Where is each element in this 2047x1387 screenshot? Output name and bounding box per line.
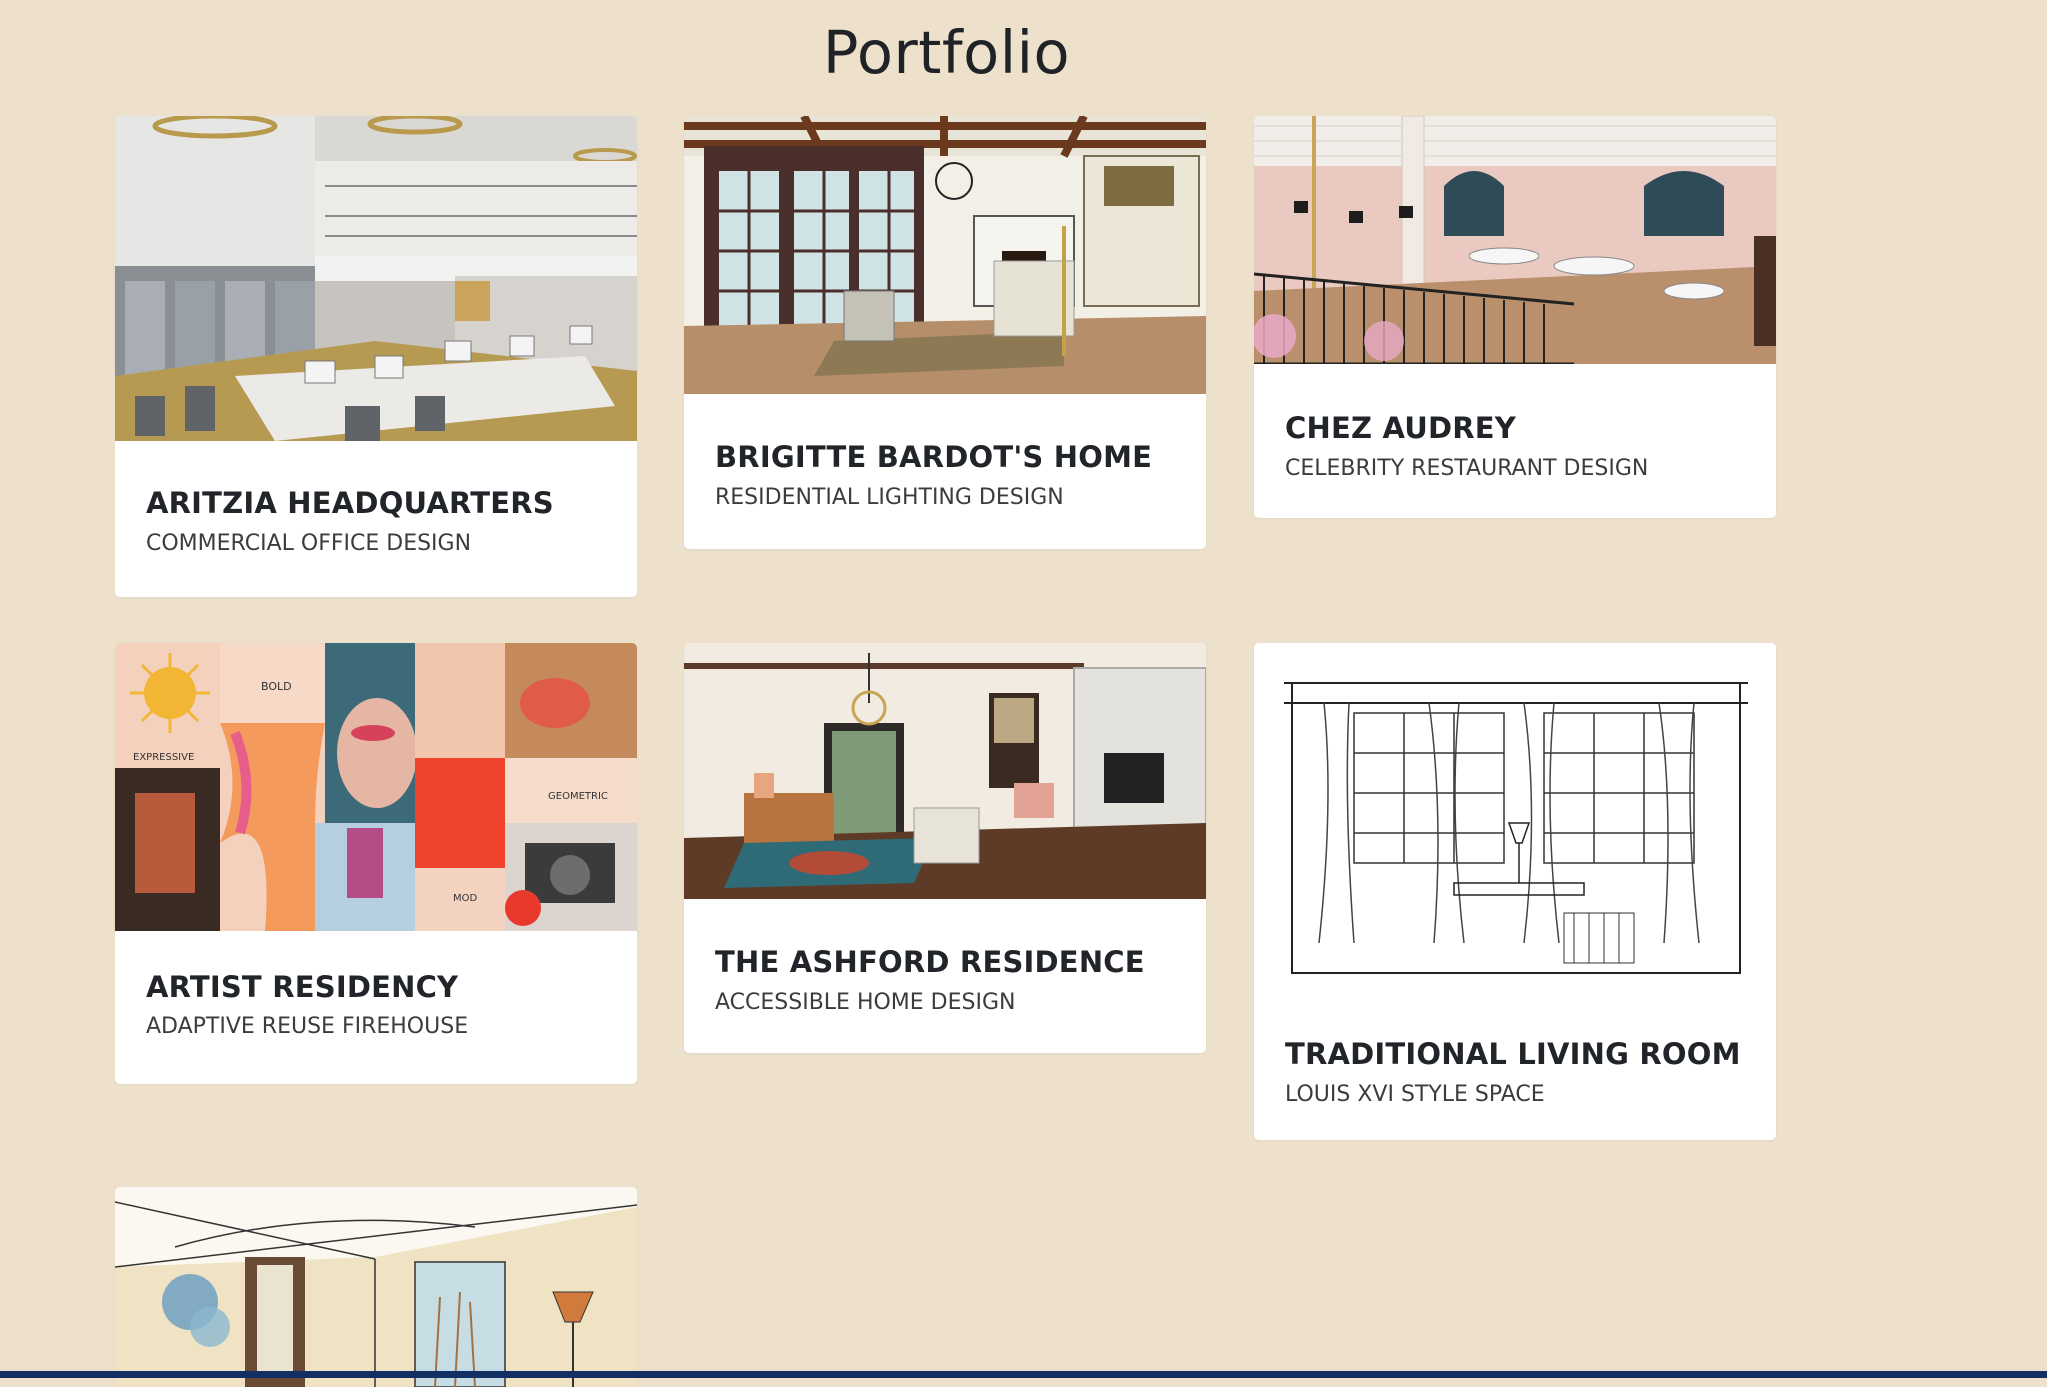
living-room-rendering-image [684,116,1206,394]
card-subtitle: CELEBRITY RESTAURANT DESIGN [1285,456,1649,481]
card-title[interactable]: THE ASHFORD RESIDENCE [715,944,1175,980]
card-image-family-room[interactable] [684,643,1206,899]
card-title[interactable]: ARTIST RESIDENCY [146,969,606,1005]
portfolio-card-traditional-living-room[interactable]: TRADITIONAL LIVING ROOM LOUIS XVI STYLE … [1254,643,1776,1140]
card-subtitle: RESIDENTIAL LIGHTING DESIGN [715,485,1064,510]
card-image-watercolor[interactable] [115,1187,637,1387]
collage-label-geometric: GEOMETRIC [548,791,608,802]
card-title[interactable]: TRADITIONAL LIVING ROOM [1285,1036,1745,1072]
restaurant-rendering-image [1254,116,1776,364]
family-room-rendering-image [684,643,1206,899]
card-image-restaurant[interactable] [1254,116,1776,364]
card-title[interactable]: ARITZIA HEADQUARTERS [146,485,606,521]
portfolio-card-ashford-residence[interactable]: THE ASHFORD RESIDENCE ACCESSIBLE HOME DE… [684,643,1206,1053]
portfolio-card-brigitte-bardot[interactable]: BRIGITTE BARDOT'S HOME RESIDENTIAL LIGHT… [684,116,1206,549]
card-subtitle: ADAPTIVE REUSE FIREHOUSE [146,1014,469,1039]
card-image-window-sketch[interactable] [1254,643,1776,987]
mood-board-collage-image: BOLD EXPRESSIVE GEOMETRIC MOD [115,643,637,931]
portfolio-card-artist-residency[interactable]: BOLD EXPRESSIVE GEOMETRIC MOD ARTIST RES… [115,643,637,1084]
card-subtitle: ACCESSIBLE HOME DESIGN [715,990,1016,1015]
window-elevation-sketch-image [1254,643,1776,987]
card-image-mood-board[interactable]: BOLD EXPRESSIVE GEOMETRIC MOD [115,643,637,931]
portfolio-card-watercolor-interior[interactable] [115,1187,637,1387]
card-subtitle: LOUIS XVI STYLE SPACE [1285,1082,1545,1107]
card-title[interactable]: CHEZ AUDREY [1285,410,1745,446]
collage-label-expressive: EXPRESSIVE [133,752,194,763]
card-subtitle: COMMERCIAL OFFICE DESIGN [146,531,472,556]
card-title[interactable]: BRIGITTE BARDOT'S HOME [715,439,1175,475]
portfolio-card-aritzia[interactable]: ARITZIA HEADQUARTERS COMMERCIAL OFFICE D… [115,116,637,597]
card-image-living-room[interactable] [684,116,1206,394]
bottom-bar [0,1371,2047,1378]
card-image-office[interactable] [115,116,637,441]
portfolio-card-chez-audrey[interactable]: CHEZ AUDREY CELEBRITY RESTAURANT DESIGN [1254,116,1776,518]
collage-label-bold: BOLD [261,680,292,693]
collage-label-mod: MOD [453,893,477,904]
page-title: Portfolio [822,18,1071,87]
office-rendering-image [115,116,637,441]
watercolor-interior-sketch-image [115,1187,637,1387]
